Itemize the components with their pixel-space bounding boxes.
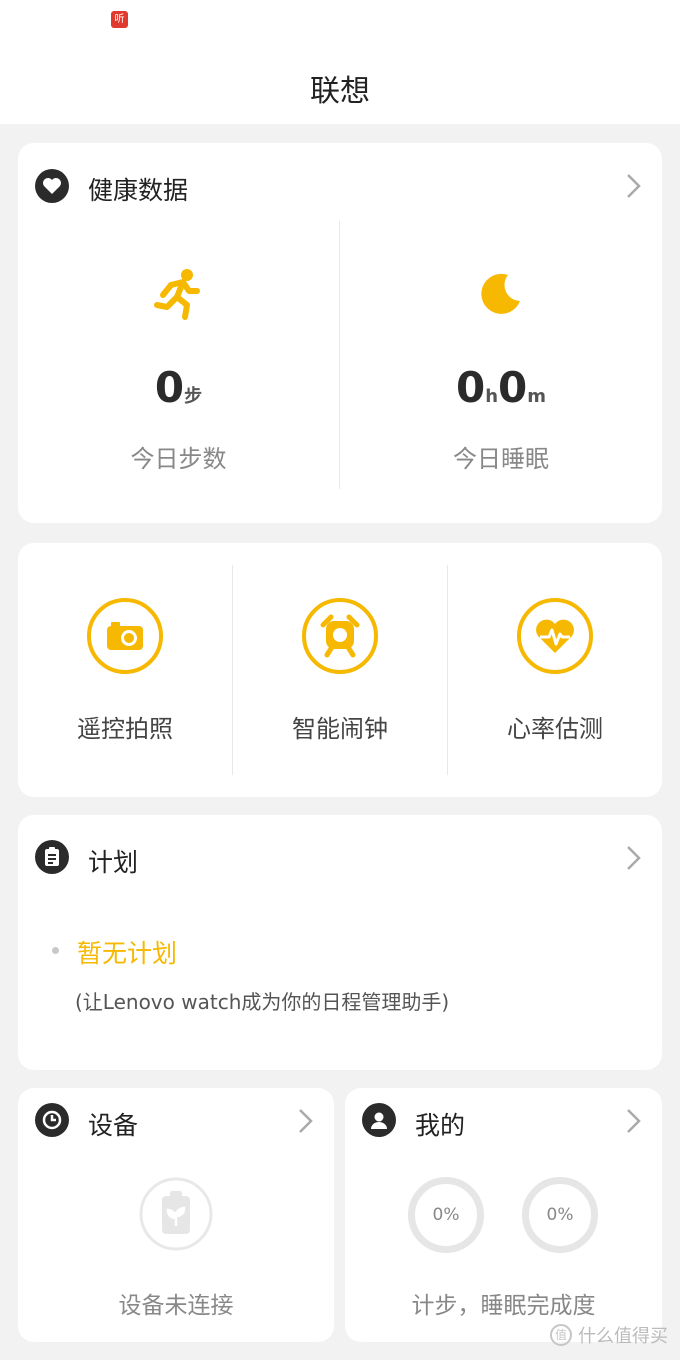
tools-card: 遥控拍照 智能闹钟 心率估测 xyxy=(18,543,662,797)
clock-icon xyxy=(35,1103,69,1137)
watermark-logo-icon: 值 xyxy=(550,1324,572,1346)
device-card-title: 设备 xyxy=(88,1111,139,1140)
moon-icon xyxy=(481,273,520,314)
notification-badge-icon: 听 xyxy=(111,11,128,28)
battery-leaf-icon xyxy=(139,1177,213,1251)
sleep-minutes: 0 xyxy=(498,363,528,412)
mine-caption: 计步，睡眠完成度 xyxy=(411,1293,596,1319)
clipboard-icon xyxy=(35,840,69,874)
running-icon xyxy=(154,269,200,320)
chevron-right-icon[interactable] xyxy=(620,1106,646,1136)
watermark: 值 什么值得买 xyxy=(550,1322,668,1348)
status-bar: 听 xyxy=(0,0,680,44)
step-completion-ring: 0% xyxy=(408,1177,484,1253)
chevron-right-icon[interactable] xyxy=(292,1106,318,1136)
heart-icon xyxy=(35,169,69,203)
steps-label: 今日步数 xyxy=(130,445,227,473)
sleep-minutes-unit: m xyxy=(527,386,547,407)
steps-section[interactable]: 0步 今日步数 xyxy=(18,223,339,513)
plan-card[interactable]: 计划 暂无计划 (让Lenovo watch成为你的日程管理助手) xyxy=(18,815,662,1070)
sleep-hours: 0 xyxy=(455,363,486,412)
sleep-completion-ring: 0% xyxy=(522,1177,598,1253)
alarm-clock-icon xyxy=(302,598,378,674)
health-card-title: 健康数据 xyxy=(88,176,189,205)
mine-card[interactable]: 我的 0% 0% 计步，睡眠完成度 xyxy=(345,1088,662,1342)
tool-label-camera: 遥控拍照 xyxy=(77,715,173,743)
steps-number: 0 xyxy=(154,363,185,412)
tool-remote-camera[interactable]: 遥控拍照 xyxy=(18,543,232,797)
heart-rate-icon xyxy=(517,598,593,674)
sleep-label: 今日睡眠 xyxy=(453,445,549,473)
health-card[interactable]: 健康数据 0步 今日步数 0h0m 今日睡眠 xyxy=(18,143,662,523)
tool-label-alarm: 智能闹钟 xyxy=(292,715,388,743)
device-card[interactable]: 设备 设备未连接 xyxy=(18,1088,334,1342)
steps-unit: 步 xyxy=(184,386,203,407)
user-icon xyxy=(362,1103,396,1137)
device-status: 设备未连接 xyxy=(118,1293,234,1319)
app-header: 联想 xyxy=(0,44,680,124)
tool-heart-rate[interactable]: 心率估测 xyxy=(448,543,662,797)
bullet-dot xyxy=(52,947,59,954)
plan-card-title: 计划 xyxy=(88,848,139,877)
page-title: 联想 xyxy=(310,74,370,109)
watermark-text: 什么值得买 xyxy=(578,1326,668,1347)
plan-hint-text: (让Lenovo watch成为你的日程管理助手) xyxy=(75,990,450,1014)
tool-smart-alarm[interactable]: 智能闹钟 xyxy=(233,543,447,797)
chevron-right-icon[interactable] xyxy=(620,171,646,201)
sleep-section[interactable]: 0h0m 今日睡眠 xyxy=(340,223,662,513)
chevron-right-icon[interactable] xyxy=(620,843,646,873)
steps-value: 0步 xyxy=(18,363,339,412)
sleep-value: 0h0m xyxy=(340,363,662,412)
mine-card-title: 我的 xyxy=(415,1111,466,1140)
plan-empty-text: 暂无计划 xyxy=(77,939,178,968)
tool-label-heart-rate: 心率估测 xyxy=(507,715,603,743)
sleep-hours-unit: h xyxy=(485,386,499,407)
camera-icon xyxy=(87,598,163,674)
